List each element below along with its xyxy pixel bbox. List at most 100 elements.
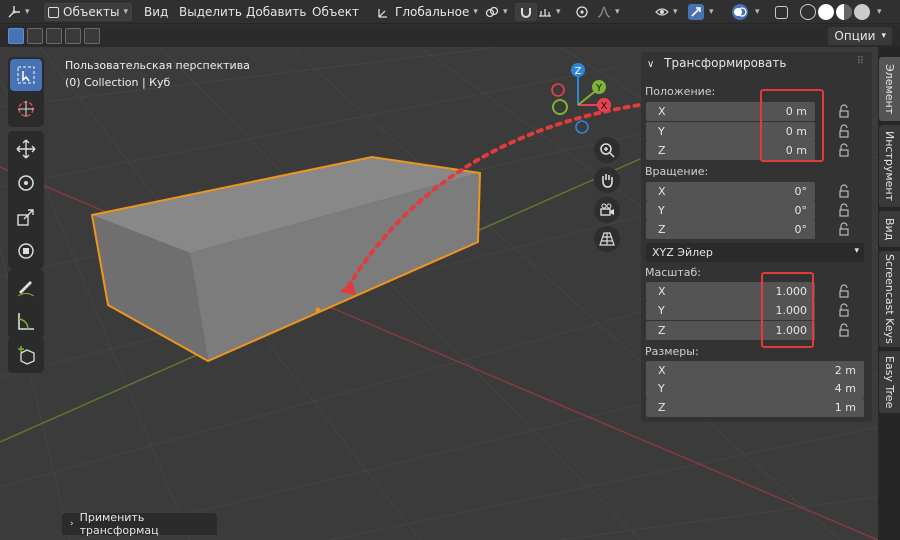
menu-view[interactable]: Вид [141, 3, 171, 21]
chevron-down-icon: ∨ [647, 59, 655, 70]
wireframe-shading-icon[interactable] [800, 4, 816, 20]
visibility-select[interactable]: ▾ [652, 3, 681, 21]
scale-y-field[interactable]: Y 1.000 [646, 301, 815, 320]
lock-icon[interactable] [836, 222, 850, 236]
lock-icon[interactable] [836, 104, 850, 118]
pencil-icon [17, 281, 35, 297]
scale-z-field[interactable]: Z 1.000 [646, 321, 815, 340]
orientation-select[interactable]: Глобальное ▾ [374, 3, 481, 21]
perspective-toggle-button[interactable] [594, 226, 620, 252]
rotation-y-field[interactable]: Y 0° [646, 201, 815, 220]
lock-icon[interactable] [836, 143, 850, 157]
lock-icon[interactable] [836, 323, 850, 337]
select-box-tool[interactable] [10, 59, 42, 91]
options-button[interactable]: Опции ▾ [828, 27, 892, 45]
scale-tool[interactable] [10, 201, 42, 233]
menu-select[interactable]: Выделить [176, 3, 245, 21]
zoom-button[interactable] [594, 137, 620, 163]
cube-object[interactable] [90, 155, 482, 363]
axis-label: X [658, 185, 666, 198]
rotation-label: Вращение: [645, 165, 709, 178]
chevron-down-icon[interactable]: ▾ [752, 3, 763, 21]
rendered-shading-icon[interactable] [854, 4, 870, 20]
chevron-down-icon: ▾ [503, 7, 508, 17]
select-mode-intersect-icon[interactable] [84, 28, 100, 44]
select-mode-invert-icon[interactable] [65, 28, 81, 44]
select-mode-new-icon[interactable] [8, 28, 24, 44]
cursor-icon [18, 101, 34, 117]
tab-view[interactable]: Вид [879, 211, 900, 247]
axis-label: X [658, 364, 666, 377]
object-mode-icon [48, 6, 59, 18]
gizmo-z-label: Z [575, 66, 582, 77]
select-box-icon [17, 66, 35, 84]
measure-tool[interactable] [10, 305, 42, 337]
chevron-down-icon[interactable]: ▾ [706, 3, 717, 21]
dimensions-y-field[interactable]: Y 4 m [646, 379, 864, 398]
proportional-edit-toggle[interactable] [572, 3, 592, 21]
gizmo-neg-y-icon[interactable] [552, 99, 568, 115]
gizmo-toggle[interactable] [688, 4, 704, 20]
material-shading-icon[interactable] [836, 4, 852, 20]
transform-tool[interactable] [10, 235, 42, 267]
scale-x-field[interactable]: X 1.000 [646, 282, 815, 301]
dimensions-x-field[interactable]: X 2 m [646, 361, 864, 380]
rotation-z-field[interactable]: Z 0° [646, 220, 815, 239]
tab-tool[interactable]: Инструмент [879, 125, 900, 207]
tab-tool-label: Инструмент [883, 130, 896, 202]
snap-target-select[interactable]: ▾ [535, 3, 564, 21]
gizmo-neg-z-icon[interactable] [575, 120, 589, 134]
annotate-tool[interactable] [10, 271, 42, 303]
axis-label: Y [658, 304, 665, 317]
ruler-icon [18, 313, 34, 330]
menu-add[interactable]: Добавить [243, 3, 309, 21]
menu-object[interactable]: Объект [309, 3, 362, 21]
lock-icon[interactable] [836, 184, 850, 198]
tab-item-label: Элемент [883, 63, 896, 115]
gizmo-neg-x-icon[interactable] [551, 83, 565, 97]
chevron-down-icon[interactable]: ▾ [874, 3, 885, 21]
grid-perspective-icon [599, 232, 615, 246]
transform-orientation-icon [378, 9, 387, 18]
falloff-select[interactable]: ▾ [594, 3, 623, 21]
overlays-toggle[interactable] [732, 4, 748, 20]
dimensions-z-field[interactable]: Z 1 m [646, 398, 864, 417]
lock-icon[interactable] [836, 284, 850, 298]
tool-settings-bar: Опции ▾ [0, 25, 900, 47]
snap-toggle[interactable] [515, 3, 537, 21]
rotation-z-value: 0° [794, 223, 808, 236]
location-x-field[interactable]: X 0 m [646, 102, 815, 121]
lock-icon[interactable] [836, 303, 850, 317]
rotate-tool[interactable] [10, 167, 42, 199]
rotation-mode-select[interactable]: XYZ Эйлер ▾ [646, 243, 864, 262]
link-icon [485, 6, 499, 18]
tab-easy-tree[interactable]: Easy Tree [879, 351, 900, 413]
pivot-point-select[interactable]: ▾ [482, 3, 511, 21]
tab-view-label: Вид [883, 217, 896, 241]
tab-screencast-keys[interactable]: Screencast Keys [879, 251, 900, 347]
mode-select[interactable]: Объекты ▾ [44, 3, 132, 21]
rotation-x-field[interactable]: X 0° [646, 182, 815, 201]
pan-button[interactable] [594, 167, 620, 193]
select-mode-extend-icon[interactable] [27, 28, 43, 44]
location-z-value: 0 m [785, 144, 807, 157]
move-tool[interactable] [10, 133, 42, 165]
camera-view-button[interactable] [594, 197, 620, 223]
drag-handle-icon[interactable]: ⠿ [857, 56, 864, 67]
add-cube-tool[interactable] [10, 339, 42, 371]
lock-icon[interactable] [836, 203, 850, 217]
lock-icon[interactable] [836, 124, 850, 138]
solid-shading-icon[interactable] [818, 4, 834, 20]
tab-item[interactable]: Элемент [879, 57, 900, 121]
transform-panel-header[interactable]: ∨ Трансформировать [647, 56, 786, 70]
chevron-down-icon: ▾ [881, 31, 886, 41]
location-y-field[interactable]: Y 0 m [646, 122, 815, 141]
xray-toggle-icon[interactable] [775, 6, 788, 19]
options-label: Опции [834, 29, 876, 43]
location-z-field[interactable]: Z 0 m [646, 141, 815, 160]
select-mode-subtract-icon[interactable] [46, 28, 62, 44]
cursor-tool[interactable] [10, 93, 42, 125]
editor-type-button[interactable]: ▾ [4, 3, 33, 21]
chevron-down-icon: ▾ [615, 7, 620, 17]
last-operator-panel[interactable]: › Применить трансформац [62, 511, 217, 537]
